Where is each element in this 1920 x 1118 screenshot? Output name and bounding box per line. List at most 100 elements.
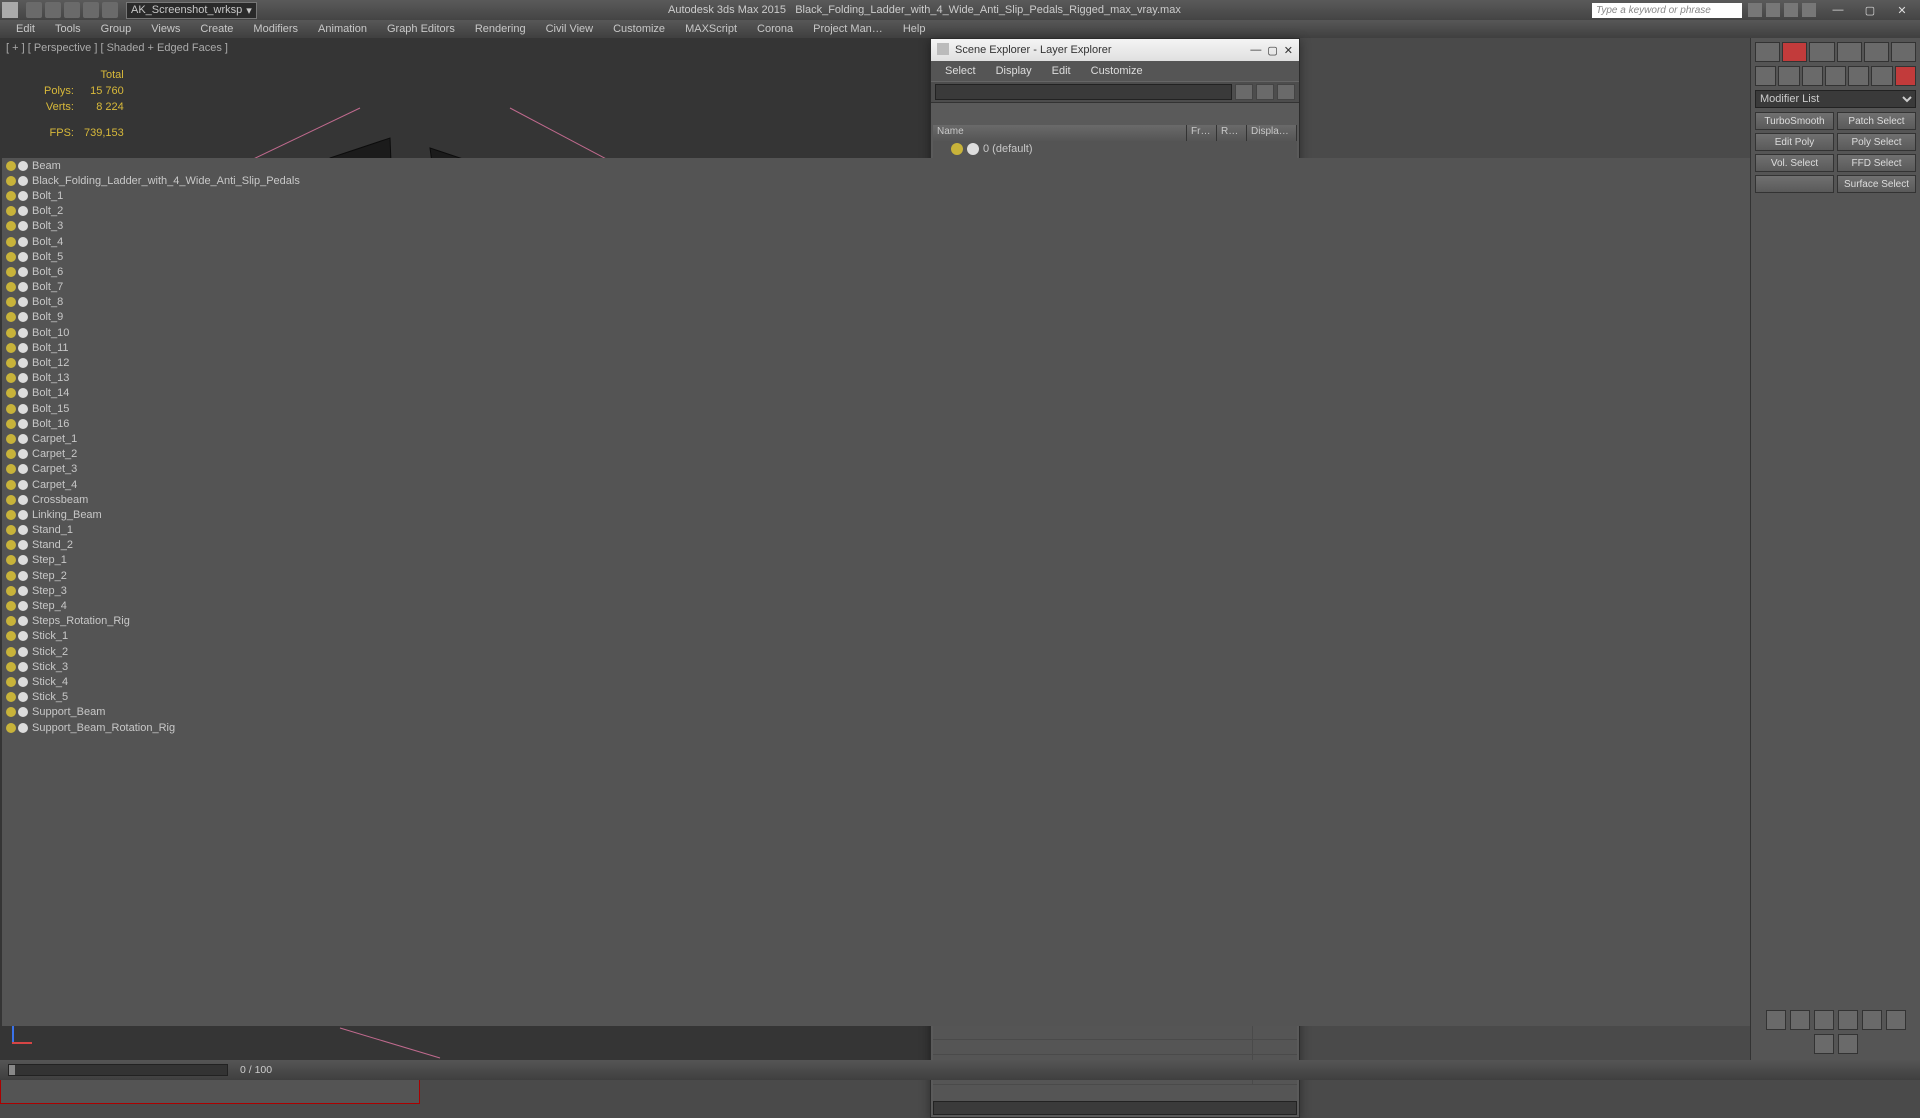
modifier-ffdselect[interactable]: FFD Select [1837, 154, 1916, 172]
object-row[interactable]: Stick_236 [2, 644, 1918, 659]
object-row[interactable]: Carpet_1224 [2, 431, 1918, 446]
qat-new-icon[interactable] [26, 2, 42, 18]
object-row[interactable]: Bolt_1272 [2, 188, 1918, 203]
object-row[interactable]: Carpet_4224 [2, 477, 1918, 492]
menu-grapheditors[interactable]: Graph Editors [377, 21, 465, 37]
modifier-patchselect[interactable]: Patch Select [1837, 112, 1916, 130]
nav-3-icon[interactable] [1814, 1010, 1834, 1030]
object-row[interactable]: Bolt_3272 [2, 219, 1918, 234]
object-row[interactable]: Carpet_3224 [2, 462, 1918, 477]
se-menu-select[interactable]: Select [935, 63, 986, 79]
exchange-icon[interactable] [1766, 3, 1780, 17]
modifier-editpoly[interactable]: Edit Poly [1755, 133, 1834, 151]
horizontal-scrollbar[interactable] [933, 1101, 1297, 1115]
object-row[interactable]: Bolt_7272 [2, 280, 1918, 295]
subtab-1-icon[interactable] [1755, 66, 1776, 86]
menu-create[interactable]: Create [190, 21, 243, 37]
object-row[interactable]: Stick_336 [2, 659, 1918, 674]
object-row[interactable]: Bolt_12272 [2, 355, 1918, 370]
key-icon[interactable] [1748, 3, 1762, 17]
create-tab-icon[interactable] [1755, 42, 1780, 62]
utilities-tab-icon[interactable] [1891, 42, 1916, 62]
object-row[interactable]: Steps_Rotation_Rig0 [2, 614, 1918, 629]
menu-modifiers[interactable]: Modifiers [243, 21, 308, 37]
subtab-4-icon[interactable] [1825, 66, 1846, 86]
nav-8-icon[interactable] [1838, 1034, 1858, 1054]
scene-explorer-columns[interactable]: Name Fr… R… Displa… [933, 125, 1297, 141]
subtab-6-icon[interactable] [1871, 66, 1892, 86]
layer-row[interactable]: 0 (default) [933, 141, 1297, 156]
close-button[interactable]: ✕ [1886, 0, 1918, 20]
object-row[interactable]: Bolt_14272 [2, 386, 1918, 401]
object-row[interactable]: Bolt_6272 [2, 264, 1918, 279]
menu-group[interactable]: Group [91, 21, 142, 37]
se-menu-customize[interactable]: Customize [1081, 63, 1153, 79]
subtab-5-icon[interactable] [1848, 66, 1869, 86]
object-row[interactable]: Stick_136 [2, 629, 1918, 644]
object-row[interactable]: Bolt_15272 [2, 401, 1918, 416]
menu-edit[interactable]: Edit [6, 21, 45, 37]
object-row[interactable]: Stand_2320 [2, 538, 1918, 553]
object-row[interactable]: Support_Beam988 [2, 705, 1918, 720]
modifier-surfaceselect[interactable]: Surface Select [1837, 175, 1916, 193]
se-menu-display[interactable]: Display [986, 63, 1042, 79]
subtab-7-icon[interactable] [1895, 66, 1916, 86]
motion-tab-icon[interactable] [1837, 42, 1862, 62]
object-row[interactable]: Bolt_16272 [2, 416, 1918, 431]
menu-projectman[interactable]: Project Man… [803, 21, 893, 37]
object-row[interactable]: Step_21312 [2, 568, 1918, 583]
nav-1-icon[interactable] [1766, 1010, 1786, 1030]
close-button[interactable]: ✕ [1284, 44, 1293, 57]
nav-2-icon[interactable] [1790, 1010, 1810, 1030]
menu-tools[interactable]: Tools [45, 21, 91, 37]
object-row[interactable]: Stick_436 [2, 674, 1918, 689]
help-icon[interactable] [1802, 3, 1816, 17]
menu-maxscript[interactable]: MAXScript [675, 21, 747, 37]
object-row[interactable]: Bolt_5272 [2, 249, 1918, 264]
object-row[interactable]: Bolt_2272 [2, 204, 1918, 219]
display-tab-icon[interactable] [1864, 42, 1889, 62]
menu-views[interactable]: Views [141, 21, 190, 37]
workspace-selector[interactable]: AK_Screenshot_wrksp ▾ [126, 2, 257, 19]
minimize-button[interactable]: — [1822, 0, 1854, 20]
object-row[interactable]: Crossbeam200 [2, 492, 1918, 507]
maximize-button[interactable]: ▢ [1267, 44, 1277, 57]
object-row[interactable]: Step_11312 [2, 553, 1918, 568]
object-row[interactable]: Black_Folding_Ladder_with_4_Wide_Anti_Sl… [2, 173, 1918, 188]
minimize-button[interactable]: — [1250, 44, 1261, 56]
subtab-3-icon[interactable] [1802, 66, 1823, 86]
object-row[interactable]: Bolt_10272 [2, 325, 1918, 340]
modifier-blank[interactable] [1755, 175, 1834, 193]
object-row[interactable]: Step_31312 [2, 583, 1918, 598]
layer-color-icon[interactable] [1277, 84, 1295, 100]
object-row[interactable]: Bolt_9272 [2, 310, 1918, 325]
modifier-turbosmooth[interactable]: TurboSmooth [1755, 112, 1834, 130]
clear-filter-icon[interactable] [1235, 84, 1253, 100]
modifier-volselect[interactable]: Vol. Select [1755, 154, 1834, 172]
object-row[interactable]: Bolt_8272 [2, 295, 1918, 310]
object-row[interactable]: Linking_Beam912 [2, 507, 1918, 522]
object-row[interactable]: Beam2216 [2, 158, 1918, 173]
menu-customize[interactable]: Customize [603, 21, 675, 37]
qat-undo-icon[interactable] [83, 2, 99, 18]
object-row[interactable]: Support_Beam_Rotation_Rig0 [2, 720, 1918, 735]
se-menu-edit[interactable]: Edit [1042, 63, 1081, 79]
help-search-input[interactable]: Type a keyword or phrase [1592, 3, 1742, 18]
maximize-button[interactable]: ▢ [1854, 0, 1886, 20]
nav-6-icon[interactable] [1886, 1010, 1906, 1030]
modifier-list-dropdown[interactable]: Modifier List [1755, 90, 1916, 108]
qat-save-icon[interactable] [64, 2, 80, 18]
object-row[interactable]: Stick_536 [2, 690, 1918, 705]
time-slider[interactable] [8, 1064, 228, 1076]
menu-corona[interactable]: Corona [747, 21, 803, 37]
menu-help[interactable]: Help [893, 21, 936, 37]
nav-5-icon[interactable] [1862, 1010, 1882, 1030]
modifier-polyselect[interactable]: Poly Select [1837, 133, 1916, 151]
scene-explorer-filter-input[interactable] [935, 84, 1232, 100]
object-row[interactable]: Bolt_4272 [2, 234, 1918, 249]
object-row[interactable]: Step_41312 [2, 598, 1918, 613]
object-row[interactable]: Bolt_11272 [2, 340, 1918, 355]
modify-tab-icon[interactable] [1782, 42, 1807, 62]
app-logo-icon[interactable] [2, 2, 18, 18]
nav-7-icon[interactable] [1814, 1034, 1834, 1054]
